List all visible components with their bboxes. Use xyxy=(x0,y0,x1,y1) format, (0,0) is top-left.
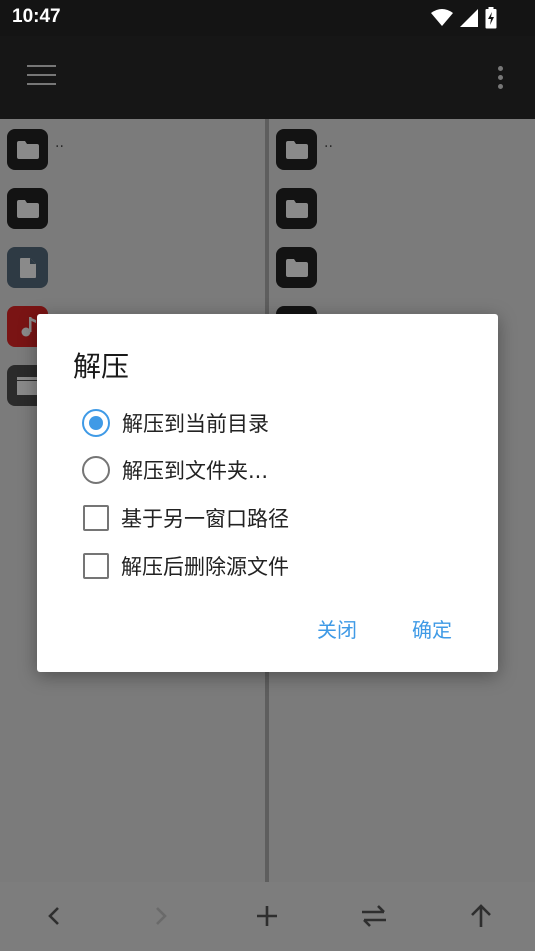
option-extract-to-folder[interactable]: 解压到文件夹... xyxy=(82,455,462,485)
option-label: 基于另一窗口路径 xyxy=(121,507,289,531)
signal-icon xyxy=(460,9,478,27)
option-delete-source[interactable]: 解压后删除源文件 xyxy=(82,551,462,581)
app-bar xyxy=(0,36,535,119)
option-other-window-path[interactable]: 基于另一窗口路径 xyxy=(82,503,462,533)
swap-icon[interactable] xyxy=(360,902,388,930)
file-row[interactable] xyxy=(276,188,526,230)
extract-dialog: 解压 解压到当前目录 解压到文件夹... 基于另一窗口路径 解压后删除源文件 关… xyxy=(37,314,498,672)
status-time: 10:47 xyxy=(12,6,61,27)
checkbox[interactable] xyxy=(83,505,109,531)
file-row[interactable]: .. xyxy=(276,129,526,171)
folder-icon xyxy=(7,129,48,170)
battery-icon xyxy=(485,7,497,29)
file-row[interactable] xyxy=(7,188,257,230)
back-icon[interactable] xyxy=(40,902,68,930)
ok-button[interactable]: 确定 xyxy=(412,614,452,643)
add-icon[interactable] xyxy=(253,902,281,930)
option-label: 解压后删除源文件 xyxy=(121,555,289,579)
folder-icon xyxy=(7,188,48,229)
option-label: 解压到当前目录 xyxy=(122,412,269,436)
checkbox[interactable] xyxy=(83,553,109,579)
file-name: .. xyxy=(324,135,333,151)
folder-icon xyxy=(276,188,317,229)
status-icons xyxy=(431,7,497,29)
file-row[interactable] xyxy=(276,247,526,289)
document-icon xyxy=(7,247,48,288)
forward-icon[interactable] xyxy=(147,902,175,930)
close-button[interactable]: 关闭 xyxy=(317,614,357,643)
bottom-toolbar xyxy=(0,882,535,951)
folder-icon xyxy=(276,129,317,170)
more-vert-icon[interactable] xyxy=(498,66,504,90)
file-row[interactable] xyxy=(7,247,257,289)
folder-icon xyxy=(276,247,317,288)
file-row[interactable]: .. xyxy=(7,129,257,171)
up-arrow-icon[interactable] xyxy=(467,902,495,930)
wifi-icon xyxy=(431,9,453,26)
status-bar: 10:47 xyxy=(0,0,535,36)
hamburger-icon[interactable] xyxy=(27,65,56,89)
option-extract-current-dir[interactable]: 解压到当前目录 xyxy=(82,408,462,438)
file-name: .. xyxy=(55,135,64,151)
radio-button[interactable] xyxy=(82,409,110,437)
dialog-title: 解压 xyxy=(73,350,130,383)
option-label: 解压到文件夹... xyxy=(122,459,269,483)
radio-button[interactable] xyxy=(82,456,110,484)
